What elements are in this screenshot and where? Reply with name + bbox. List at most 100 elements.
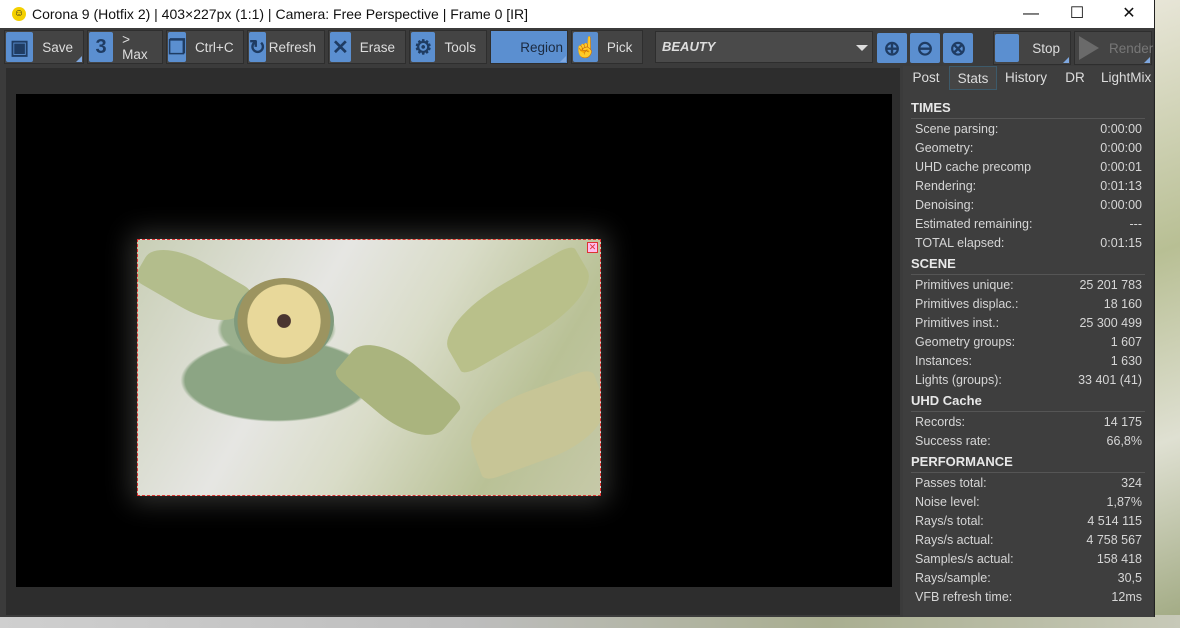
- side-panel: Post Stats History DR LightMix TIMES Scen…: [903, 66, 1153, 617]
- stop-button[interactable]: Stop: [993, 31, 1071, 65]
- maximize-button[interactable]: ☐: [1054, 0, 1100, 28]
- leaf-shape: [460, 368, 600, 482]
- chevron-down-icon: [856, 45, 868, 51]
- stat-row: Rays/sample: 30,5: [911, 568, 1145, 587]
- stat-label: Primitives unique:: [915, 277, 1014, 292]
- stat-row: Success rate: 66,8%: [911, 431, 1145, 450]
- stat-label: TOTAL elapsed:: [915, 235, 1005, 250]
- tab-history[interactable]: History: [997, 66, 1055, 90]
- stat-label: Rays/s total:: [915, 513, 984, 528]
- stat-value: 0:01:13: [1100, 178, 1142, 193]
- stat-value: 66,8%: [1106, 433, 1142, 448]
- stats-section-title: TIMES: [911, 100, 951, 115]
- three-icon: 3: [89, 32, 114, 62]
- stat-label: Scene parsing:: [915, 121, 999, 136]
- erase-button[interactable]: ✕ Erase: [328, 30, 406, 64]
- stat-value: 25 300 499: [1079, 315, 1142, 330]
- erase-label: Erase: [359, 39, 395, 55]
- stat-value: 0:00:00: [1100, 197, 1142, 212]
- tab-dr[interactable]: DR: [1055, 66, 1095, 90]
- stat-value: 30,5: [1117, 570, 1142, 585]
- refresh-button[interactable]: ↻ Refresh: [247, 30, 325, 64]
- render-button[interactable]: Render: [1074, 31, 1153, 65]
- play-icon: [1079, 36, 1099, 60]
- stat-label: Geometry groups:: [915, 334, 1016, 349]
- stat-label: VFB refresh time:: [915, 589, 1013, 604]
- stat-row: VFB refresh time: 12ms: [911, 587, 1145, 606]
- stat-value: 4 758 567: [1086, 532, 1142, 547]
- render-region[interactable]: ✕: [137, 239, 601, 496]
- zoom-in-icon: ⊕: [877, 33, 907, 63]
- copy-icon: ❐: [168, 32, 186, 62]
- tab-post[interactable]: Post: [903, 66, 949, 90]
- stat-label: Lights (groups):: [915, 372, 1002, 387]
- stat-label: Rays/s actual:: [915, 532, 994, 547]
- stat-label: Primitives inst.:: [915, 315, 1000, 330]
- stat-label: Passes total:: [915, 475, 987, 490]
- stat-value: 324: [1121, 475, 1142, 490]
- stat-row: Noise level: 1,87%: [911, 492, 1145, 511]
- floppy-icon: ▣: [6, 32, 34, 62]
- stat-label: Geometry:: [915, 140, 974, 155]
- title-bar: ☺ Corona 9 (Hotfix 2) | 403×227px (1:1) …: [0, 0, 1154, 28]
- stop-square-icon: [995, 34, 1020, 62]
- tools-button[interactable]: ⚙ Tools: [409, 30, 487, 64]
- stat-value: 33 401 (41): [1078, 372, 1142, 387]
- render-channel-select[interactable]: BEAUTY: [655, 31, 873, 63]
- stat-label: Records:: [915, 414, 966, 429]
- stat-row: Instances: 1 630: [911, 351, 1145, 370]
- stat-row: Denoising: 0:00:00: [911, 195, 1145, 214]
- max-button[interactable]: 3 > Max: [87, 30, 163, 64]
- save-button[interactable]: ▣ Save: [4, 30, 84, 64]
- pick-label: Pick: [606, 39, 633, 55]
- channel-value: BEAUTY: [662, 39, 716, 54]
- max-label: > Max: [122, 32, 148, 62]
- stat-row: TOTAL elapsed: 0:01:15: [911, 233, 1145, 252]
- stat-row: Scene parsing: 0:00:00: [911, 119, 1145, 138]
- stat-value: ---: [1129, 216, 1143, 231]
- stat-value: 1,87%: [1106, 494, 1142, 509]
- stat-value: 0:00:00: [1100, 121, 1142, 136]
- region-label: Region: [520, 39, 563, 55]
- stats-section: Records: 14 175 Success rate: 66,8%: [911, 411, 1145, 450]
- erase-x-icon: ✕: [330, 32, 351, 62]
- region-button[interactable]: Region: [490, 30, 568, 64]
- copy-button[interactable]: ❐ Ctrl+C: [166, 30, 244, 64]
- stat-label: Samples/s actual:: [915, 551, 1014, 566]
- tab-lightmix[interactable]: LightMix: [1095, 66, 1153, 90]
- tab-stats[interactable]: Stats: [949, 66, 997, 90]
- refresh-label: Refresh: [268, 39, 317, 55]
- stat-row: Samples/s actual: 158 418: [911, 549, 1145, 568]
- render-canvas[interactable]: ✕: [16, 94, 892, 587]
- toolbar: ▣ Save 3 > Max ❐ Ctrl+C ↻ Refresh ✕ Erase ⚙ To…: [4, 30, 643, 64]
- stats-section-title: UHD Cache: [911, 393, 982, 408]
- zoom-reset-button[interactable]: ⊗: [942, 31, 974, 65]
- region-close-icon[interactable]: ✕: [587, 242, 598, 253]
- stats-section: Scene parsing: 0:00:00 Geometry: 0:00:00 UHD…: [911, 118, 1145, 252]
- stat-row: Rays/s total: 4 514 115: [911, 511, 1145, 530]
- stat-row: Primitives inst.: 25 300 499: [911, 313, 1145, 332]
- stat-value: 1 630: [1110, 353, 1142, 368]
- poppy-seed-head: [234, 278, 334, 364]
- gear-icon: ⚙: [411, 32, 436, 62]
- stat-row: Passes total: 324: [911, 473, 1145, 492]
- stat-label: Instances:: [915, 353, 972, 368]
- minimize-button[interactable]: —: [1008, 0, 1054, 28]
- close-button[interactable]: ✕: [1106, 0, 1152, 28]
- stat-value: 0:01:15: [1100, 235, 1142, 250]
- stat-label: UHD cache precomp: [915, 159, 1032, 174]
- stat-value: 1 607: [1110, 334, 1142, 349]
- stat-row: Geometry groups: 1 607: [911, 332, 1145, 351]
- zoom-in-button[interactable]: ⊕: [876, 31, 908, 65]
- stat-row: Lights (groups): 33 401 (41): [911, 370, 1145, 389]
- stat-value: 0:00:00: [1100, 140, 1142, 155]
- copy-label: Ctrl+C: [194, 39, 234, 55]
- stop-label: Stop: [1032, 40, 1060, 56]
- render-viewport[interactable]: ✕: [6, 68, 900, 615]
- pick-button[interactable]: ☝ Pick: [571, 30, 643, 64]
- tools-label: Tools: [444, 39, 476, 55]
- zoom-out-button[interactable]: ⊖: [909, 31, 941, 65]
- stat-label: Success rate:: [915, 433, 991, 448]
- window-title: Corona 9 (Hotfix 2) | 403×227px (1:1) | …: [32, 6, 529, 22]
- render-label: Render: [1109, 40, 1154, 56]
